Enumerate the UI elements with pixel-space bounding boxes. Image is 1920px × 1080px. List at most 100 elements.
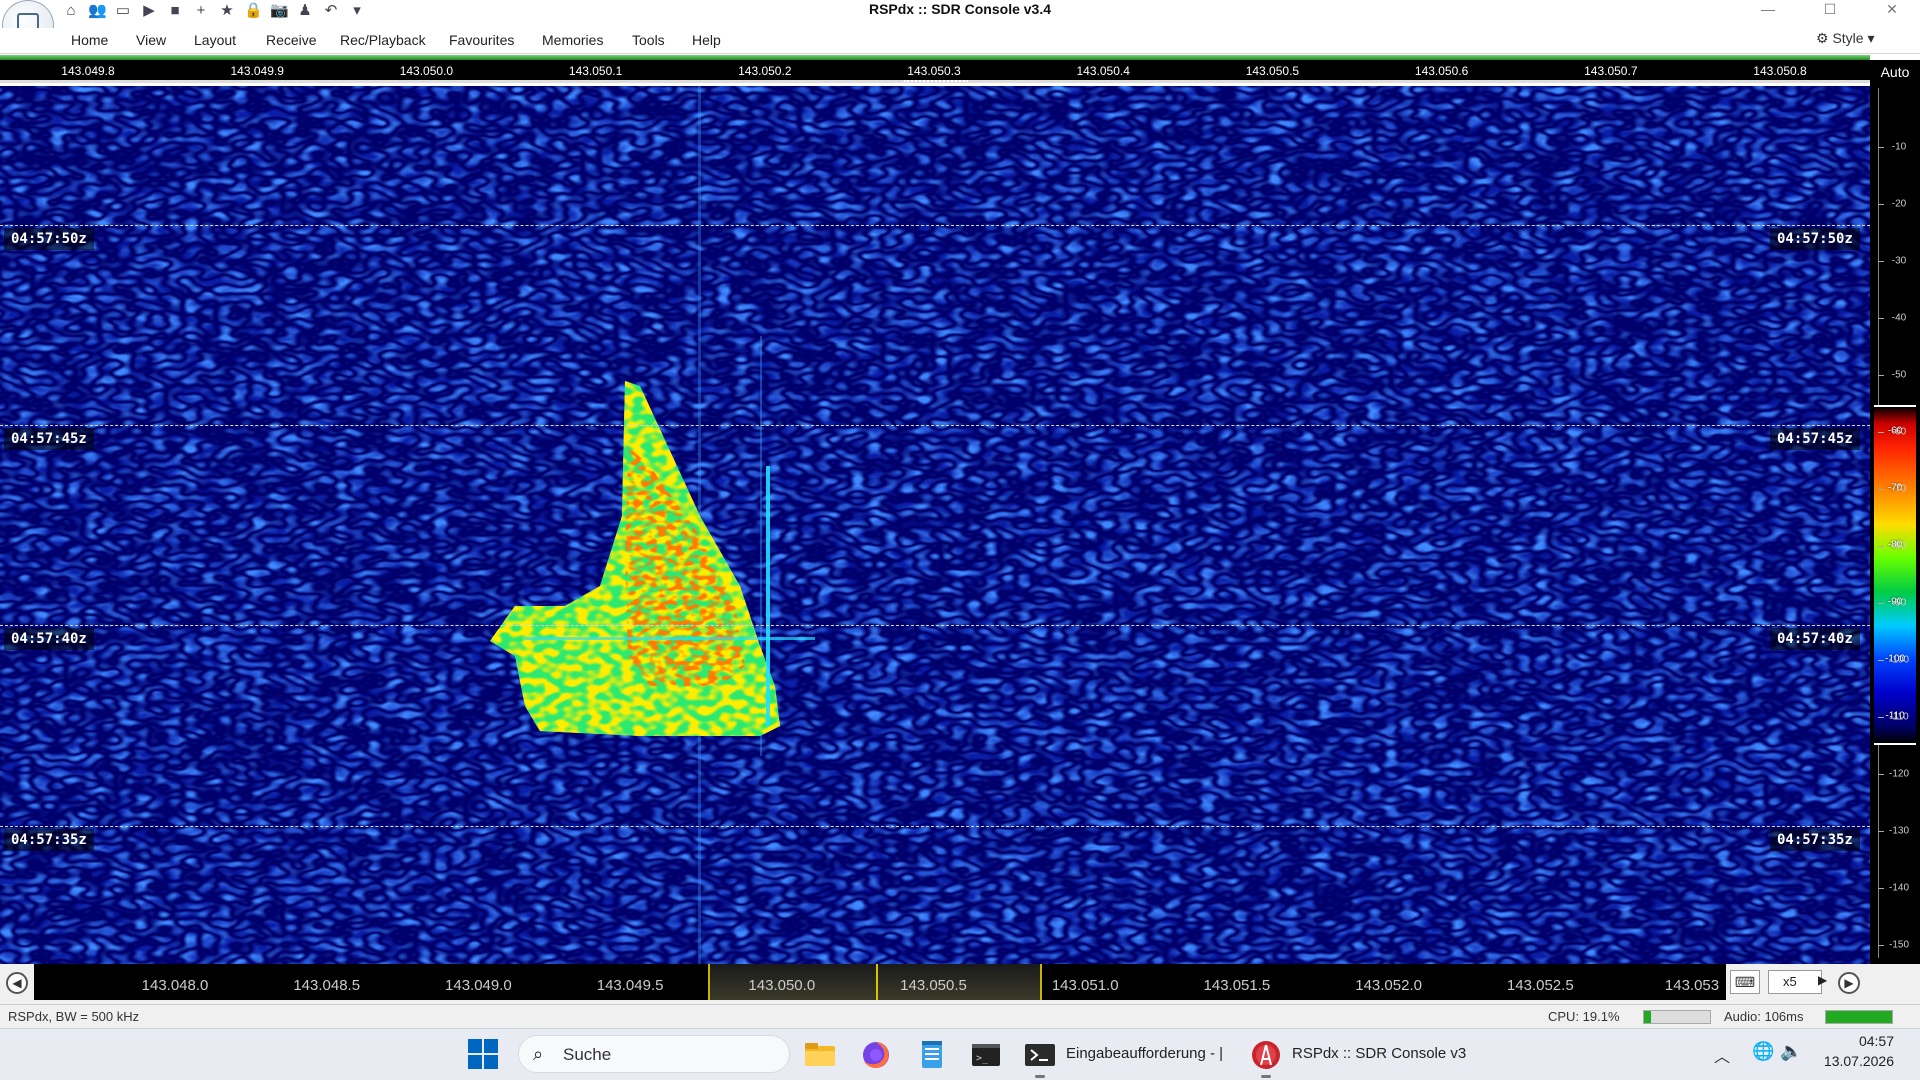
person-icon[interactable]: ♟ [296, 2, 314, 20]
time-gridline [0, 826, 1870, 827]
command-prompt-icon[interactable] [1022, 1037, 1058, 1073]
menu-layout[interactable]: Layout [194, 32, 236, 48]
windows-logo-icon [468, 1039, 482, 1053]
sdr-console-label[interactable]: RSPdx :: SDR Console v3 [1292, 1045, 1466, 1062]
firefox-icon[interactable] [858, 1037, 894, 1073]
taskbar-search[interactable]: ⌕ Suche [518, 1035, 790, 1073]
search-icon: ⌕ [533, 1044, 544, 1064]
speaker-icon[interactable]: 🔈 [1780, 1041, 1802, 1062]
start-button[interactable] [468, 1039, 500, 1071]
play-icon[interactable]: ▶ [140, 2, 158, 20]
add-icon[interactable]: + [192, 2, 210, 20]
maximize-button[interactable]: ☐ [1810, 0, 1850, 20]
frequency-tick-label: 143.050.2 [738, 64, 792, 78]
star-icon[interactable]: ★ [218, 2, 236, 20]
menu-help[interactable]: Help [692, 32, 721, 48]
frequency-tick-label: 143.051.5 [1203, 977, 1271, 994]
frequency-tick-label: 143.050.5 [900, 977, 967, 994]
scale-label: -70 [1891, 483, 1907, 495]
users-icon[interactable]: 👥 [88, 2, 107, 20]
waterfall-display[interactable]: 04:57:50z 04:57:50z 04:57:45z 04:57:45z … [0, 86, 1870, 964]
frequency-tick-label: 143.050.7 [1584, 64, 1638, 78]
undo-icon[interactable]: ↶ [322, 2, 340, 20]
tuning-marker[interactable] [904, 80, 968, 83]
time-label-left: 04:57:45z [4, 428, 94, 450]
frequency-tick-label: 143.049.5 [596, 977, 664, 994]
time-gridline [0, 625, 1870, 626]
frequency-tick-label: 143.050.3 [907, 64, 961, 78]
time-label-left: 04:57:35z [4, 829, 94, 851]
terminal-icon[interactable]: >_ [968, 1037, 1004, 1073]
clock-time[interactable]: 04:57 [1822, 1033, 1894, 1049]
frequency-ruler-bottom[interactable]: 143.048.0 143.048.5 143.049.0 143.049.5 143.… [34, 964, 1726, 1000]
scale-label: -30 [1891, 255, 1907, 267]
frequency-tick-label: 143.049.8 [61, 64, 115, 78]
command-prompt-label[interactable]: Eingabeaufforderung - | [1066, 1045, 1223, 1062]
frequency-tick-label: 143.050.6 [1414, 64, 1469, 78]
folder-icon[interactable]: ▭ [114, 2, 132, 20]
clock-date[interactable]: 13.07.2026 [1810, 1053, 1894, 1069]
style-icon: ⚙ [1816, 30, 1833, 46]
scroll-right-button[interactable]: ▶ [1838, 972, 1860, 994]
frequency-tick-label: 143.050.1 [568, 64, 623, 78]
time-label-right: 04:57:50z [1770, 228, 1860, 250]
keyboard-icon[interactable]: ⌨ [1730, 970, 1760, 994]
quick-access-toolbar: ⌂ 👥 ▭ ▶ ■ + ★ 🔒 📷 ♟ ↶ ▾ [62, 0, 362, 22]
svg-text:>_: >_ [976, 1053, 989, 1064]
menu-favourites[interactable]: Favourites [449, 32, 514, 48]
time-label-left: 04:57:40z [4, 628, 94, 650]
cpu-meter-fill [1644, 1011, 1651, 1023]
menu-tools[interactable]: Tools [632, 32, 665, 48]
frequency-tick-label: 143.053 [1664, 977, 1720, 994]
windows-logo-tile [484, 1055, 498, 1069]
running-indicator [1035, 1075, 1045, 1078]
menu-rec-playback[interactable]: Rec/Playback [340, 32, 426, 48]
scale-label: -130 [1888, 825, 1909, 837]
frequency-tick-label: 143.048.0 [141, 977, 209, 994]
frequency-tick-label: 143.051.0 [1051, 977, 1119, 994]
file-explorer-icon[interactable] [802, 1037, 838, 1073]
menu-receive[interactable]: Receive [266, 32, 317, 48]
chevron-right-icon[interactable]: ▶ [1818, 973, 1827, 987]
frequency-tick-label: 143.049.9 [230, 64, 284, 78]
scroll-left-button[interactable]: ◀ [6, 972, 28, 994]
home-icon[interactable]: ⌂ [62, 2, 80, 20]
style-menu[interactable]: ⚙ Style ▾ [1816, 30, 1875, 47]
menu-memories[interactable]: Memories [542, 32, 603, 48]
frequency-tick-label: 143.050.0 [399, 64, 454, 78]
scale-label: -150 [1888, 939, 1909, 951]
menu-view[interactable]: View [136, 32, 166, 48]
status-bar: RSPdx, BW = 500 kHz CPU: 19.1% Audio: 10… [0, 1004, 1920, 1028]
scale-label: -90 [1891, 597, 1907, 609]
cpu-meter [1643, 1010, 1711, 1024]
zoom-select[interactable]: x5 [1768, 970, 1822, 994]
menu-bar: Home View Layout Receive Rec/Playback Fa… [0, 28, 1920, 54]
notepad-icon[interactable] [914, 1037, 950, 1073]
frequency-tick-label: 143.052.5 [1506, 977, 1574, 994]
search-placeholder: Suche [563, 1045, 612, 1064]
level-scale[interactable]: Auto -60 -70 -80 -90 -100 -110 -10 -20 -30 -40 -5… [1870, 60, 1920, 964]
camera-icon[interactable]: 📷 [270, 2, 289, 20]
stop-icon[interactable]: ■ [166, 2, 184, 20]
scale-label: -120 [1888, 768, 1909, 780]
frequency-tick-label: 143.049.0 [445, 977, 512, 994]
windows-logo-tile [484, 1039, 498, 1053]
bottom-frequency-bar: ◀ 143.048.0 143.048.5 143.049.0 143.049.5 14… [0, 964, 1920, 1004]
audio-meter-fill [1826, 1011, 1892, 1023]
frequency-tick-label: 143.050.8 [1753, 64, 1807, 78]
sdr-console-icon[interactable] [1248, 1037, 1284, 1073]
lock-icon[interactable]: 🔒 [244, 2, 263, 20]
network-icon[interactable]: 🌐 [1752, 1041, 1774, 1062]
dropdown-icon[interactable]: ▾ [348, 2, 366, 20]
time-label-left: 04:57:50z [4, 228, 94, 250]
menu-home[interactable]: Home [71, 32, 108, 48]
time-label-right: 04:57:45z [1770, 428, 1860, 450]
audio-meter [1825, 1010, 1893, 1024]
close-button[interactable]: ✕ [1872, 0, 1912, 20]
chevron-up-icon[interactable]: ︿ [1714, 1043, 1730, 1067]
style-label: Style [1832, 30, 1864, 46]
time-gridline [0, 425, 1870, 426]
scale-label: -50 [1891, 369, 1907, 381]
bandwidth-status: RSPdx, BW = 500 kHz [8, 1009, 140, 1024]
minimize-button[interactable]: — [1748, 0, 1788, 20]
